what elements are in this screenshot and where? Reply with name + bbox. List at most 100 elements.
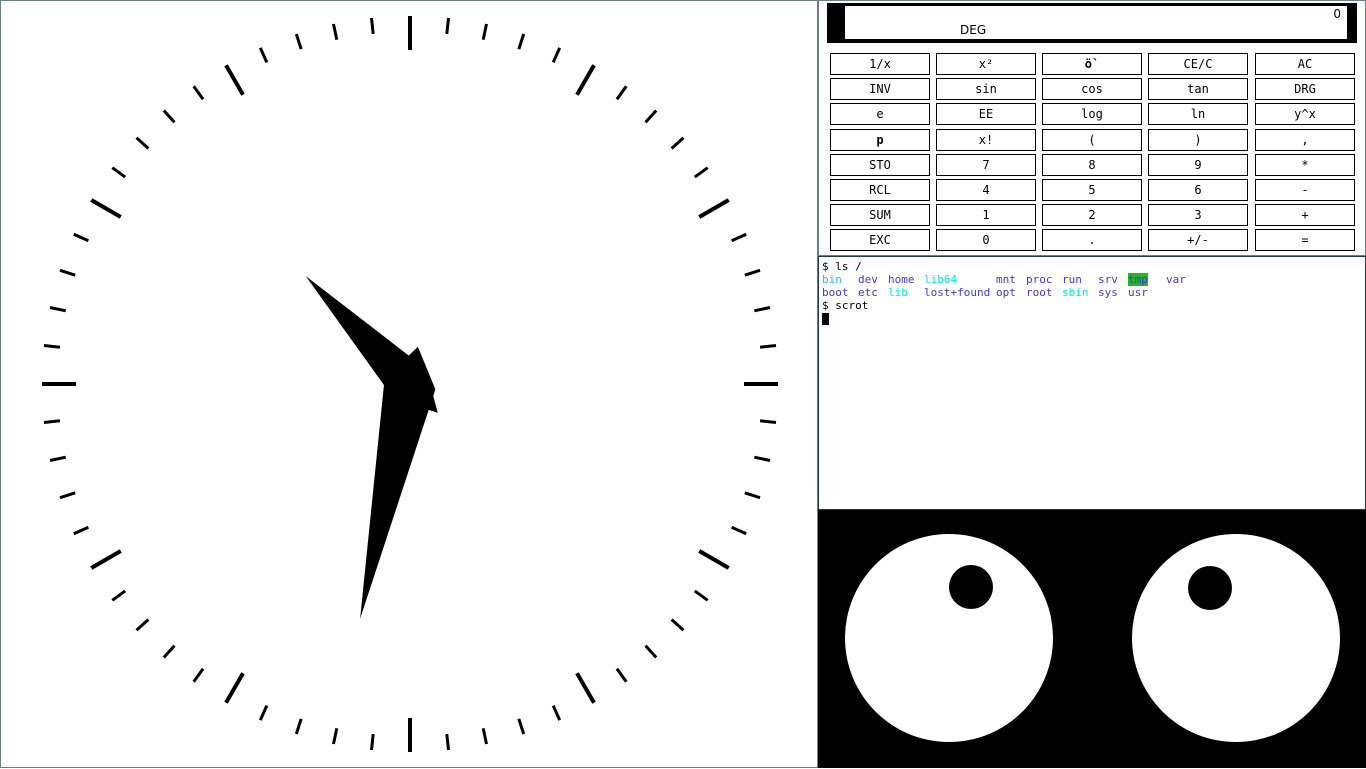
calc-key-19[interactable]: , — [1255, 129, 1355, 151]
terminal-window[interactable]: $ ls / $ scrot bin dev home lib64 mnt proc run… — [818, 256, 1366, 510]
ls-entry-sys: sys — [1098, 286, 1118, 299]
calc-key-23[interactable]: 9 — [1148, 154, 1248, 176]
calc-key-26[interactable]: 4 — [936, 179, 1036, 201]
minute-tick-mark — [192, 85, 205, 101]
ls-entry-dev: dev — [858, 273, 878, 286]
calc-key-13[interactable]: ln — [1148, 103, 1248, 125]
calc-key-36[interactable]: 0 — [936, 229, 1036, 251]
calc-key-35[interactable]: EXC — [830, 229, 930, 251]
calc-key-37[interactable]: . — [1042, 229, 1142, 251]
hour-tick-mark — [224, 64, 245, 96]
ls-entry-lost-found: lost+found — [924, 286, 991, 299]
calc-key-6[interactable]: sin — [936, 78, 1036, 100]
calc-key-4[interactable]: AC — [1255, 53, 1355, 75]
minute-tick-mark — [135, 136, 150, 150]
hour-tick-mark — [575, 64, 596, 96]
minute-tick-mark — [73, 232, 90, 243]
ls-entry-boot: boot — [822, 286, 849, 299]
calc-key-33[interactable]: 3 — [1148, 204, 1248, 226]
calc-key-28[interactable]: 6 — [1148, 179, 1248, 201]
minute-tick-mark — [43, 344, 61, 349]
terminal-command-scrot: $ scrot — [822, 299, 869, 312]
calc-key-29[interactable]: - — [1255, 179, 1355, 201]
minute-tick-mark — [59, 268, 76, 277]
xeyes-window — [818, 510, 1366, 768]
ls-entry-opt: opt — [996, 286, 1016, 299]
calc-key-30[interactable]: SUM — [830, 204, 930, 226]
minute-tick-mark — [730, 232, 747, 243]
calc-key-22[interactable]: 8 — [1042, 154, 1142, 176]
calc-key-2[interactable]: ö` — [1042, 53, 1142, 75]
ls-entry-proc: proc — [1026, 273, 1053, 286]
minute-tick-mark — [753, 455, 771, 462]
calc-key-1[interactable]: x² — [936, 53, 1036, 75]
calc-key-3[interactable]: CE/C — [1148, 53, 1248, 75]
calc-key-12[interactable]: log — [1042, 103, 1142, 125]
minute-tick-mark — [49, 306, 67, 313]
clock-window — [0, 0, 818, 768]
calc-key-0[interactable]: 1/x — [830, 53, 930, 75]
minute-tick-mark — [744, 491, 761, 500]
minute-tick-mark — [332, 23, 339, 41]
minute-tick-mark — [551, 704, 562, 721]
minute-tick-mark — [730, 525, 747, 536]
calc-key-16[interactable]: x! — [936, 129, 1036, 151]
minute-tick-mark — [135, 618, 150, 632]
calc-key-31[interactable]: 1 — [936, 204, 1036, 226]
minute-tick-mark — [744, 268, 761, 277]
calc-key-14[interactable]: y^x — [1255, 103, 1355, 125]
minute-tick-mark — [258, 47, 269, 64]
ls-entry-home: home — [888, 273, 915, 286]
hour-tick-mark — [698, 549, 730, 570]
right-eye — [1132, 534, 1340, 742]
minute-tick-mark — [759, 419, 777, 424]
minute-tick-mark — [615, 85, 628, 101]
calc-key-18[interactable]: ) — [1148, 129, 1248, 151]
calc-key-38[interactable]: +/- — [1148, 229, 1248, 251]
minute-tick-mark — [517, 718, 526, 735]
minute-tick-mark — [192, 667, 205, 683]
hour-tick-mark — [224, 672, 245, 704]
minute-tick-mark — [162, 644, 176, 659]
minute-tick-mark — [670, 136, 685, 150]
minute-tick-mark — [258, 704, 269, 721]
calc-key-15[interactable]: p — [830, 129, 930, 151]
minute-tick-mark — [370, 17, 375, 35]
calculator-display: 0 DEG — [845, 6, 1347, 39]
calc-key-5[interactable]: INV — [830, 78, 930, 100]
minute-tick-mark — [693, 166, 709, 179]
terminal-cursor — [822, 313, 829, 325]
calc-key-11[interactable]: EE — [936, 103, 1036, 125]
minute-tick-mark — [753, 306, 771, 313]
minute-tick-mark — [644, 644, 658, 659]
calc-key-24[interactable]: * — [1255, 154, 1355, 176]
terminal-command-ls: $ ls / — [822, 260, 862, 273]
calc-key-7[interactable]: cos — [1042, 78, 1142, 100]
calc-key-34[interactable]: + — [1255, 204, 1355, 226]
minute-tick-mark — [693, 589, 709, 602]
calc-key-27[interactable]: 5 — [1042, 179, 1142, 201]
calc-key-21[interactable]: 7 — [936, 154, 1036, 176]
minute-tick-mark — [43, 419, 61, 424]
calc-key-10[interactable]: e — [830, 103, 930, 125]
minute-tick-mark — [73, 525, 90, 536]
calc-key-9[interactable]: DRG — [1255, 78, 1355, 100]
hour-tick-mark — [90, 549, 122, 570]
calc-key-25[interactable]: RCL — [830, 179, 930, 201]
minute-tick-mark — [59, 491, 76, 500]
minute-tick-mark — [481, 727, 488, 745]
ls-entry-etc: etc — [858, 286, 878, 299]
minute-tick-mark — [517, 33, 526, 50]
angle-mode-indicator: DEG — [960, 23, 987, 37]
ls-entry-run: run — [1062, 273, 1082, 286]
calc-key-39[interactable]: = — [1255, 229, 1355, 251]
minute-tick-mark — [551, 47, 562, 64]
minute-tick-mark — [162, 109, 176, 124]
calc-key-8[interactable]: tan — [1148, 78, 1248, 100]
calc-key-20[interactable]: STO — [830, 154, 930, 176]
calculator-value: 0 — [1333, 7, 1341, 21]
minute-tick-mark — [481, 23, 488, 41]
minute-hand — [360, 346, 436, 619]
calc-key-17[interactable]: ( — [1042, 129, 1142, 151]
calc-key-32[interactable]: 2 — [1042, 204, 1142, 226]
